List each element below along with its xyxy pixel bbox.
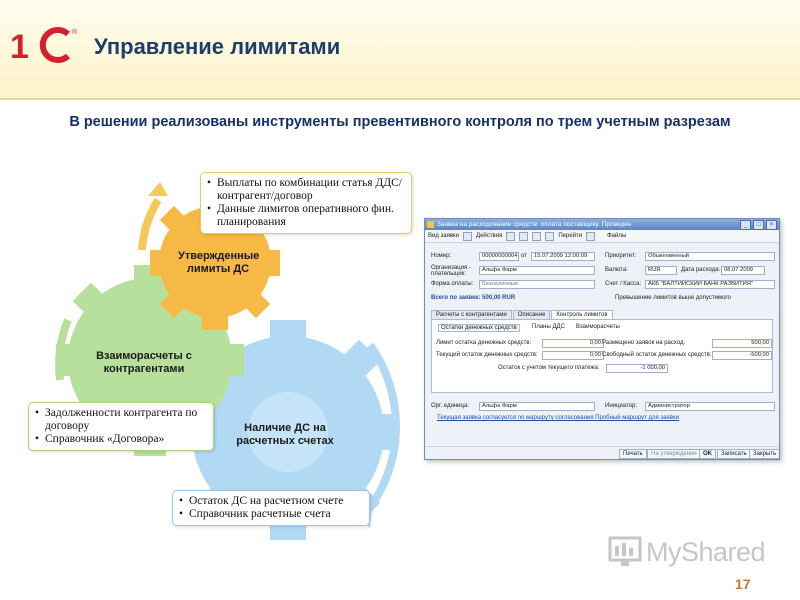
check-icon[interactable] [463,231,473,241]
org-unit-label: Орг. единица: [431,403,469,409]
copy-icon[interactable] [519,231,529,241]
after-payment-field: -1 000,00 [606,364,668,373]
minimize-button[interactable]: _ [740,220,751,230]
maximize-button[interactable]: □ [753,220,764,230]
slide-header: 1 ® Управление лимитами [0,0,800,100]
window-title: Заявка на расходование средств: оплата п… [437,221,632,228]
priority-field[interactable]: Обыкновенный [645,252,775,261]
expense-date-label: Дата расхода: [681,267,721,273]
help-icon[interactable] [586,231,596,241]
after-payment-label: Остаток с учетом текущего платежа: [498,365,600,371]
initiator-label: Инициатор: [605,403,637,409]
close-button-bottom[interactable]: Закрыть [749,449,779,459]
date-field[interactable]: 15.07.2009 12:00:09 [531,252,595,261]
payment-form-field[interactable]: Безналичные [479,280,595,289]
close-button[interactable]: × [766,220,777,230]
approval-button[interactable]: На утверждении [647,449,701,459]
cash-limit-label: Лимит остатка денежных средств: [436,340,532,346]
limits-box: Выплаты по комбинации статья ДДС/контраг… [200,172,412,234]
limits-box-item: Данные лимитов оперативного фин. планиро… [207,203,405,229]
slide-subtitle: В решении реализованы инструменты превен… [69,114,731,130]
number-field[interactable]: 00000000004 [479,252,519,261]
gear-label-counterparty: Взаиморасчеты с контрагентами [96,350,192,375]
ok-button[interactable]: OK [699,449,716,459]
limit-control-panel: Остатки денежных средств Планы ДДС Взаим… [431,319,773,393]
svg-text:1: 1 [10,28,29,66]
refresh-icon[interactable] [532,231,542,241]
free-cash-label: Свободный остаток денежных средств: [602,352,712,358]
counterparty-box-item: Справочник «Договора» [35,433,207,446]
number-label: Номер: [431,253,452,259]
print-icon[interactable] [545,231,555,241]
expense-date-field[interactable]: 08.07.2009 [721,266,765,275]
save-button[interactable]: Записать [717,449,751,459]
free-cash-field: -500,00 [712,351,772,360]
arrow-orange-head [148,182,168,196]
counterparty-box: Задолженности контрагента по договору Сп… [28,402,214,451]
arrow-orange [138,197,162,251]
accounts-box-item: Остаток ДС на расчетном счете [179,495,363,508]
currency-label: Валюта: [605,267,628,273]
limit-exceeded-text: Превышение лимитов выше допустимого [615,295,731,301]
subtab-settlements[interactable]: Взаиморасчеты [576,324,620,330]
account-field[interactable]: АКБ "БАЛТИЙСКИЙ БАНК РАЗВИТИЯ" [645,280,775,289]
counterparty-box-item: Задолженности контрагента по договору [35,407,207,433]
subtab-cash-plans[interactable]: Планы ДДС [532,324,565,330]
placed-label: Размещено заявок на расход: [602,340,686,346]
print-button[interactable]: Печать [619,449,647,459]
window-controls: _ □ × [740,220,777,230]
watermark-text: MyShared [646,537,766,567]
priority-label: Приоритет: [605,253,637,259]
currency-field[interactable]: RUR [645,266,677,275]
document-icon [427,221,434,228]
subtab-cash-balance[interactable]: Остатки денежных средств [438,324,520,332]
goto-menu[interactable]: Перейти [558,233,582,239]
account-label: Счет / Касса: [605,281,642,287]
window-button-bar: Печать На утверждении OK Записать Закрыт… [425,446,779,459]
svg-text:®: ® [72,28,78,36]
gear-label-accounts: Наличие ДС на расчетных счетах [236,422,334,447]
current-cash-field: 0,00 [542,351,604,360]
files-button[interactable]: Файлы [607,233,626,239]
window-toolbar: Вид заявки Действия Перейти Файлы [425,230,779,243]
org-unit-field[interactable]: Альфа Фарм [479,402,595,411]
myshared-logo-icon [608,536,642,566]
initiator-field[interactable]: Администратор [645,402,775,411]
actions-menu[interactable]: Действия [476,233,502,239]
payment-form-label: Форма оплаты: [431,281,474,287]
doc-type-menu[interactable]: Вид заявки [428,233,459,239]
from-label: от [521,253,527,259]
placed-field: 500,00 [712,339,772,348]
organization-field[interactable]: Альфа Фарм [479,266,595,275]
window-titlebar: Заявка на расходование средств: оплата п… [425,219,779,230]
total-text: Всего по заявке: 500,00 RUR [431,295,516,301]
gear-label-limits: Утвержденные лимиты ДС [178,250,260,275]
page-number: 17 [735,576,751,592]
accounts-box-item: Справочник расчетные счета [179,508,363,521]
1c-logo: 1 ® [10,27,78,66]
approval-note[interactable]: Текущая заявка согласуется по маршруту с… [437,415,679,421]
current-cash-label: Текущий остаток денежных средств: [436,352,538,358]
page-title: Управление лимитами [94,34,341,59]
limits-box-item: Выплаты по комбинации статья ДДС/контраг… [207,177,405,203]
accounts-box: Остаток ДС на расчетном счете Справочник… [172,490,370,526]
save-icon[interactable] [506,231,516,241]
cash-limit-field: 0,00 [542,339,604,348]
request-window: Заявка на расходование средств: оплата п… [424,218,780,460]
organization-label: Организация - плательщик: [431,265,471,277]
